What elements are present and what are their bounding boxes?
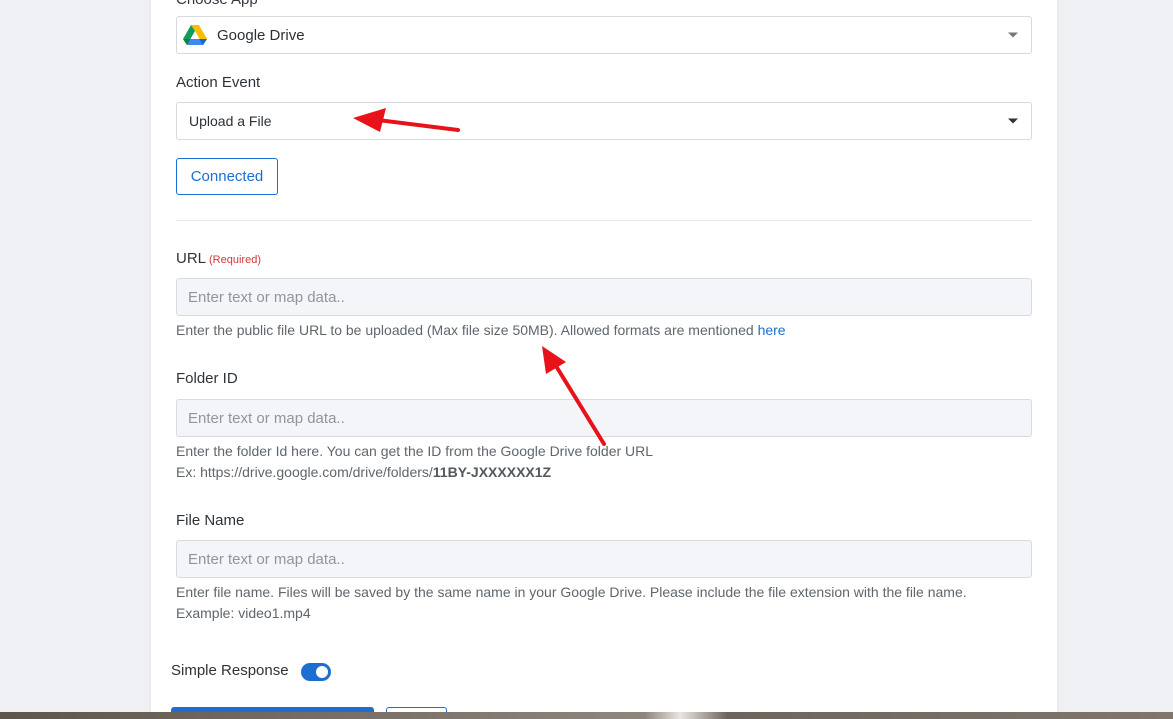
google-drive-icon <box>183 25 207 45</box>
simple-response-toggle[interactable] <box>301 663 331 681</box>
action-event-select[interactable]: Upload a File <box>176 102 1032 140</box>
file-name-label: File Name <box>176 512 245 529</box>
background-strip <box>0 712 1173 719</box>
toggle-knob <box>316 666 328 678</box>
url-input[interactable] <box>176 278 1032 316</box>
folder-id-help-line1: Enter the folder Id here. You can get th… <box>176 443 654 459</box>
action-event-label: Action Event <box>176 74 261 91</box>
url-label: URL (Required) <box>176 250 261 267</box>
url-help-description: Enter the public file URL to be uploaded… <box>176 322 754 338</box>
choose-app-select[interactable]: Google Drive <box>176 16 1032 54</box>
file-name-input[interactable] <box>176 540 1032 578</box>
folder-id-example: 11BY-JXXXXXX1Z <box>432 464 552 480</box>
file-name-help-line2: Example: video1.mp4 <box>176 605 311 621</box>
url-help-text: Enter the public file URL to be uploaded… <box>176 320 786 341</box>
choose-app-label: Choose App <box>176 0 258 8</box>
simple-response-label: Simple Response <box>171 662 289 679</box>
folder-id-input[interactable] <box>176 399 1032 437</box>
url-label-text: URL <box>176 250 207 267</box>
caret-down-icon <box>1008 118 1018 124</box>
folder-id-help-line2: Ex: https://drive.google.com/drive/folde… <box>176 462 653 483</box>
required-badge: (Required) <box>209 254 261 266</box>
connected-button[interactable]: Connected <box>176 158 278 195</box>
folder-url-example: Ex: https://drive.google.com/drive/folde… <box>176 464 433 480</box>
caret-down-icon <box>1008 32 1018 38</box>
file-name-help-line1: Enter file name. Files will be saved by … <box>176 584 967 600</box>
formats-help-link[interactable]: here <box>758 322 786 338</box>
section-divider <box>176 220 1032 221</box>
folder-id-label: Folder ID <box>176 370 238 387</box>
choose-app-value: Google Drive <box>217 26 305 44</box>
action-event-value: Upload a File <box>189 113 272 129</box>
folder-id-help-text: Enter the folder Id here. You can get th… <box>176 441 653 483</box>
file-name-help-text: Enter file name. Files will be saved by … <box>176 582 967 624</box>
